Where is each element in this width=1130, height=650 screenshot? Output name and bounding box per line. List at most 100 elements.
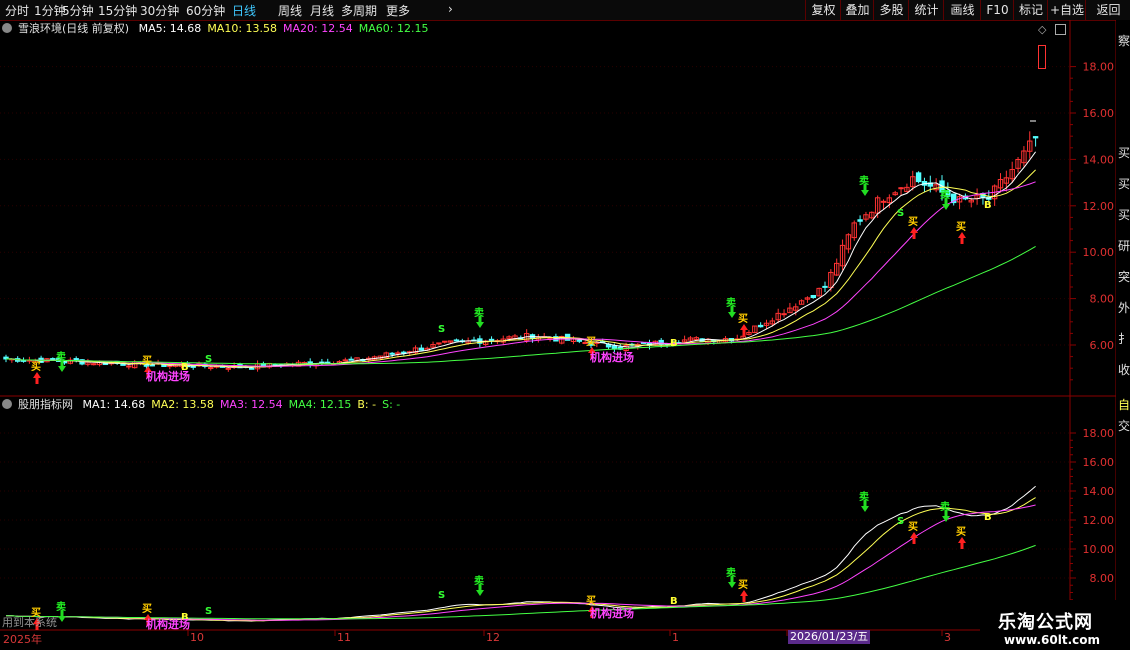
main-sell-char-9: 卖: [726, 296, 736, 309]
ind-sell-char-14: 卖: [940, 500, 950, 513]
main-buy-char-2: 买: [142, 355, 152, 367]
ind-y-tick-label-2: 14.00: [1083, 485, 1115, 498]
ind-s-marker-12: S: [897, 516, 904, 527]
main-sell-char-11: 卖: [859, 174, 869, 187]
candle-body: [488, 338, 495, 341]
candle-body: [418, 347, 425, 351]
main-ma-line-3: [5, 245, 1036, 365]
candle-body: [915, 172, 922, 183]
ind-b-marker-8: B: [670, 596, 678, 607]
ind-buy-char-15: 买: [956, 526, 966, 538]
main-buy-arrow-0: [33, 372, 41, 384]
ind-sell-char-6: 卖: [474, 574, 484, 587]
main-buy-char-7: 买: [586, 336, 596, 348]
main-y-tick-label-1: 16.00: [1083, 107, 1115, 120]
main-y-tick-label-0: 18.00: [1083, 61, 1115, 74]
main-y-tick-label-6: 6.00: [1090, 339, 1115, 352]
main-s-marker-12: S: [897, 208, 904, 219]
right-side-strip: [1116, 20, 1130, 630]
ind-buy-char-10: 买: [738, 579, 748, 591]
candle-body: [1032, 136, 1039, 139]
main-sell-char-6: 卖: [474, 306, 484, 319]
date-label-1: 10: [190, 631, 204, 644]
right-strip-char-5: 外: [1118, 301, 1130, 315]
right-strip-low: 交: [1118, 419, 1130, 433]
candle-body: [342, 359, 349, 362]
ind-sell-char-11: 卖: [859, 490, 869, 503]
right-strip-char-4: 突: [1118, 270, 1130, 284]
main-ma-line-0: [5, 151, 1037, 369]
candle-body: [576, 339, 582, 342]
ind-buy-arrow-10: [740, 590, 748, 602]
watermark-url: www.60lt.com: [1004, 633, 1101, 647]
date-label-4: 1: [672, 631, 679, 644]
ind-y-tick-label-3: 12.00: [1083, 514, 1115, 527]
candle-body: [442, 340, 448, 343]
candle-body: [225, 367, 232, 370]
ind-s-marker-5: S: [438, 590, 445, 601]
watermark-title: 乐淘公式网: [998, 612, 1093, 633]
ind-s-marker-4: S: [205, 606, 212, 617]
candle-body: [436, 342, 442, 345]
candle-body: [453, 339, 460, 342]
candle-body: [20, 359, 27, 362]
ind-b-marker-16: B: [984, 512, 992, 523]
date-axis: 2025年 10 11 12 1 3: [0, 630, 1130, 650]
candle-body: [167, 365, 173, 368]
right-strip-char-1: 买: [1118, 177, 1130, 191]
candle-body: [898, 187, 904, 190]
right-strip-char-2: 买: [1118, 208, 1130, 222]
main-sell-char-14: 卖: [940, 188, 950, 201]
right-strip-top: 察: [1118, 34, 1130, 48]
ind-ma-line-0: [6, 485, 1036, 622]
ind-y-tick-label-1: 16.00: [1083, 456, 1115, 469]
main-s-marker-4: S: [205, 354, 212, 365]
ind-buy-arrow-13: [910, 532, 918, 544]
main-sell-char-1: 卖: [56, 350, 66, 363]
date-label-5: 3: [944, 631, 951, 644]
ind-signal-text-2: 机构进场: [590, 606, 634, 620]
right-strip-char-6: 扌: [1118, 332, 1130, 346]
ind-buy-char-7: 买: [586, 595, 596, 607]
candle-body: [781, 313, 787, 316]
right-strip-char-7: 收: [1118, 363, 1130, 377]
candle-body: [348, 358, 354, 361]
candle-body: [126, 365, 132, 368]
candle-body: [389, 352, 395, 355]
main-buy-char-10: 买: [738, 313, 748, 325]
ind-buy-char-13: 买: [908, 521, 918, 533]
main-buy-char-13: 买: [908, 216, 918, 228]
date-label-3: 12: [486, 631, 500, 644]
candle-body: [120, 363, 126, 366]
cursor-date-label: 2026/01/23/五: [788, 630, 871, 644]
kline-chart[interactable]: 18.00 16.00 14.00 12.00 10.00 8.00 6.00 18.00 16…: [0, 0, 1130, 650]
candle-body: [857, 219, 863, 222]
ind-sell-char-1: 卖: [56, 600, 66, 613]
main-y-tick-label-3: 12.00: [1083, 200, 1115, 213]
main-signal-text-1: 机构进场: [146, 369, 190, 383]
candle-body: [880, 200, 887, 203]
main-buy-char-15: 买: [956, 221, 966, 233]
main-signal-text-2: 机构进场: [590, 350, 634, 364]
ind-buy-arrow-15: [958, 537, 966, 549]
candle-body: [208, 367, 214, 370]
ind-sell-char-9: 卖: [726, 566, 736, 579]
main-y-tick-label-2: 14.00: [1083, 153, 1115, 166]
main-b-marker-16: B: [984, 200, 992, 211]
candle-body: [190, 365, 196, 368]
candle-body: [249, 367, 255, 370]
ind-buy-char-2: 买: [142, 603, 152, 615]
ind-y-tick-label-5: 8.00: [1090, 572, 1115, 585]
main-buy-arrow-15: [958, 232, 966, 244]
date-label-2: 11: [337, 631, 351, 644]
main-y-tick-label-4: 10.00: [1083, 246, 1115, 259]
date-label-0: 2025年: [3, 633, 42, 646]
main-b-marker-8: B: [670, 338, 678, 349]
ind-y-tick-label-0: 18.00: [1083, 427, 1115, 440]
right-strip-char-3: 研: [1118, 239, 1130, 253]
candle-body: [810, 295, 816, 299]
candle-body: [822, 285, 828, 288]
ind-ma-line-3: [6, 544, 1036, 620]
ind-y-tick-label-4: 10.00: [1083, 543, 1115, 556]
candle-body: [757, 324, 764, 328]
